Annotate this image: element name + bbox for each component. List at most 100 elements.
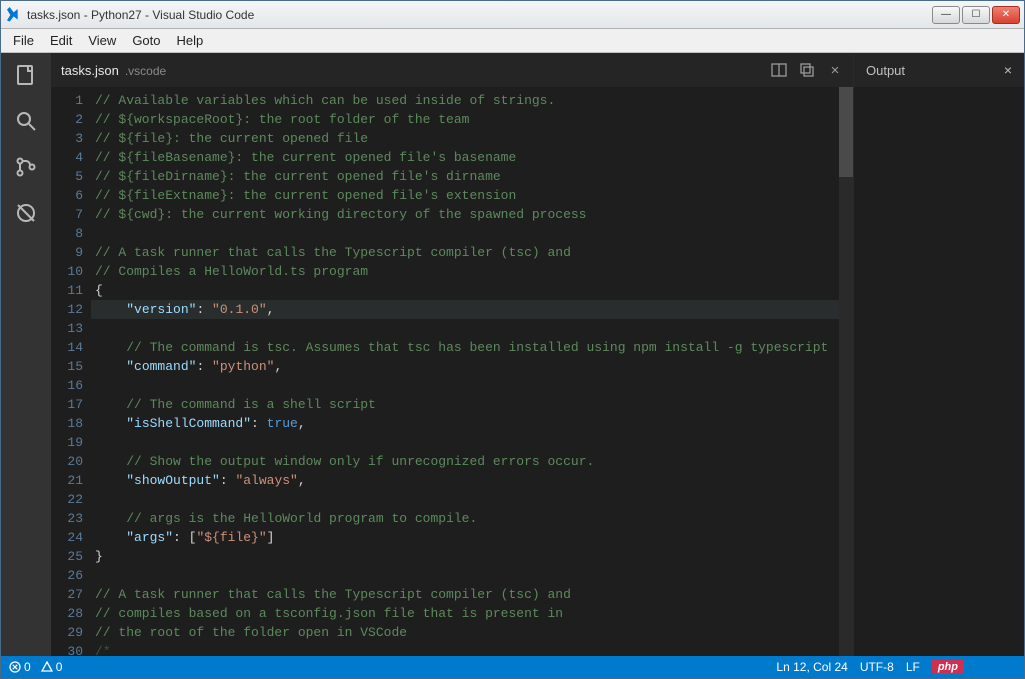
scrollbar[interactable]	[839, 87, 853, 656]
search-icon[interactable]	[12, 107, 40, 135]
git-icon[interactable]	[12, 153, 40, 181]
code-line[interactable]	[91, 224, 839, 243]
line-number: 18	[51, 414, 83, 433]
line-number: 26	[51, 566, 83, 585]
output-panel: Output ×	[854, 53, 1024, 656]
code-line[interactable]: }	[91, 547, 839, 566]
line-number: 16	[51, 376, 83, 395]
tab-folder: .vscode	[125, 64, 166, 78]
code-line[interactable]: // compiles based on a tsconfig.json fil…	[91, 604, 839, 623]
code-line[interactable]: // ${workspaceRoot}: the root folder of …	[91, 110, 839, 129]
tab-actions: ×	[771, 62, 843, 78]
menu-view[interactable]: View	[80, 31, 124, 50]
line-number: 27	[51, 585, 83, 604]
code-line[interactable]: /*	[91, 642, 839, 656]
close-editor-icon[interactable]: ×	[827, 62, 843, 78]
code-line[interactable]	[91, 490, 839, 509]
explorer-icon[interactable]	[12, 61, 40, 89]
window-titlebar: tasks.json - Python27 - Visual Studio Co…	[1, 1, 1024, 29]
vscode-icon	[5, 7, 21, 23]
code-line[interactable]: // A task runner that calls the Typescri…	[91, 585, 839, 604]
status-language[interactable]: php	[932, 660, 964, 674]
status-bar: 0 0 Ln 12, Col 24 UTF-8 LF php	[1, 656, 1024, 678]
menubar: File Edit View Goto Help	[1, 29, 1024, 53]
line-number: 20	[51, 452, 83, 471]
code-line[interactable]: // the root of the folder open in VSCode	[91, 623, 839, 642]
line-number: 28	[51, 604, 83, 623]
activity-bar	[1, 53, 51, 656]
more-actions-icon[interactable]	[799, 62, 815, 78]
code-line[interactable]: "version": "0.1.0",	[91, 300, 839, 319]
code-line[interactable]: // args is the HelloWorld program to com…	[91, 509, 839, 528]
code-line[interactable]	[91, 319, 839, 338]
line-number: 19	[51, 433, 83, 452]
code-line[interactable]: // ${file}: the current opened file	[91, 129, 839, 148]
editor-group: tasks.json .vscode × 1234567891011121314…	[51, 53, 854, 656]
code-area[interactable]: // Available variables which can be used…	[91, 87, 839, 656]
output-title: Output	[866, 63, 905, 78]
window-title: tasks.json - Python27 - Visual Studio Co…	[27, 8, 932, 22]
menu-edit[interactable]: Edit	[42, 31, 80, 50]
code-line[interactable]: // ${fileBasename}: the current opened f…	[91, 148, 839, 167]
line-number: 17	[51, 395, 83, 414]
minimize-button[interactable]: —	[932, 6, 960, 24]
code-line[interactable]	[91, 433, 839, 452]
code-line[interactable]	[91, 566, 839, 585]
code-line[interactable]: // Compiles a HelloWorld.ts program	[91, 262, 839, 281]
code-line[interactable]: // A task runner that calls the Typescri…	[91, 243, 839, 262]
status-warnings-count: 0	[56, 660, 63, 674]
window-controls: — ☐ ✕	[932, 6, 1020, 24]
line-number: 24	[51, 528, 83, 547]
code-line[interactable]: {	[91, 281, 839, 300]
maximize-button[interactable]: ☐	[962, 6, 990, 24]
line-number: 3	[51, 129, 83, 148]
line-number: 25	[51, 547, 83, 566]
line-number: 9	[51, 243, 83, 262]
line-number: 8	[51, 224, 83, 243]
status-cursor[interactable]: Ln 12, Col 24	[776, 660, 847, 674]
status-errors-count: 0	[24, 660, 31, 674]
line-number: 22	[51, 490, 83, 509]
warning-icon	[41, 661, 53, 673]
line-number: 4	[51, 148, 83, 167]
debug-icon[interactable]	[12, 199, 40, 227]
close-button[interactable]: ✕	[992, 6, 1020, 24]
menu-file[interactable]: File	[5, 31, 42, 50]
editor-tab[interactable]: tasks.json .vscode	[61, 63, 166, 78]
status-warnings[interactable]: 0	[41, 660, 63, 674]
code-line[interactable]: // Available variables which can be used…	[91, 91, 839, 110]
code-line[interactable]: "isShellCommand": true,	[91, 414, 839, 433]
line-number: 14	[51, 338, 83, 357]
code-line[interactable]: // The command is a shell script	[91, 395, 839, 414]
code-line[interactable]: // ${fileDirname}: the current opened fi…	[91, 167, 839, 186]
code-line[interactable]: "args": ["${file}"]	[91, 528, 839, 547]
code-line[interactable]: // ${cwd}: the current working directory…	[91, 205, 839, 224]
code-line[interactable]	[91, 376, 839, 395]
output-header: Output ×	[854, 53, 1024, 87]
editor-tabbar: tasks.json .vscode ×	[51, 53, 853, 87]
code-line[interactable]: "command": "python",	[91, 357, 839, 376]
status-encoding[interactable]: UTF-8	[860, 660, 894, 674]
close-output-icon[interactable]: ×	[1004, 62, 1012, 78]
status-eol[interactable]: LF	[906, 660, 920, 674]
code-editor[interactable]: 1234567891011121314151617181920212223242…	[51, 87, 853, 656]
code-line[interactable]: // ${fileExtname}: the current opened fi…	[91, 186, 839, 205]
main-area: tasks.json .vscode × 1234567891011121314…	[1, 53, 1024, 656]
scrollbar-thumb[interactable]	[839, 87, 853, 177]
line-number: 2	[51, 110, 83, 129]
line-number: 30	[51, 642, 83, 656]
menu-goto[interactable]: Goto	[124, 31, 168, 50]
status-errors[interactable]: 0	[9, 660, 31, 674]
code-line[interactable]: "showOutput": "always",	[91, 471, 839, 490]
line-gutter: 1234567891011121314151617181920212223242…	[51, 87, 91, 656]
line-number: 11	[51, 281, 83, 300]
split-editor-icon[interactable]	[771, 62, 787, 78]
error-icon	[9, 661, 21, 673]
line-number: 10	[51, 262, 83, 281]
line-number: 23	[51, 509, 83, 528]
code-line[interactable]: // The command is tsc. Assumes that tsc …	[91, 338, 839, 357]
code-line[interactable]: // Show the output window only if unreco…	[91, 452, 839, 471]
line-number: 29	[51, 623, 83, 642]
menu-help[interactable]: Help	[169, 31, 212, 50]
line-number: 5	[51, 167, 83, 186]
